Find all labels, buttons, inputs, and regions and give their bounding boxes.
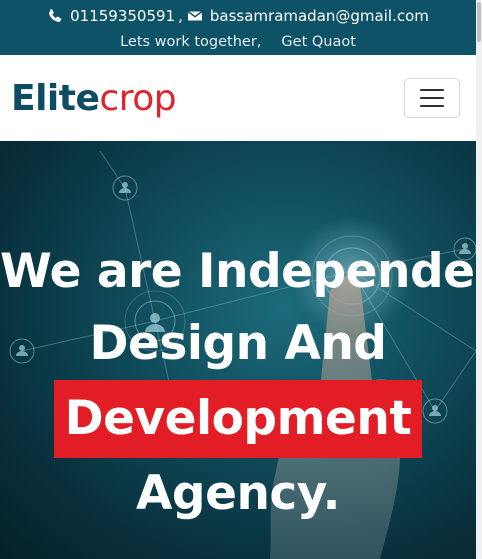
brand-logo[interactable]: Elitecrop xyxy=(11,77,177,121)
page: 01159350591 , bassamramadan@gmail.com Le… xyxy=(0,0,476,559)
navbar: Elitecrop xyxy=(0,55,476,141)
hero-line-4: Agency. xyxy=(136,466,340,521)
scrollbar-thumb[interactable] xyxy=(477,2,481,42)
vertical-scrollbar[interactable] xyxy=(476,0,482,559)
contact-row: 01159350591 , bassamramadan@gmail.com xyxy=(0,6,476,26)
envelope-icon xyxy=(187,10,203,21)
hero-section: We are Independent Design And Developmen… xyxy=(0,141,476,559)
tagline-row: Lets work together, Get Quaot xyxy=(0,32,476,52)
hero-heading: We are Independent Design And Developmen… xyxy=(0,236,476,530)
hero-line-2: Design And xyxy=(89,316,387,371)
brand-part-crop: crop xyxy=(99,78,177,119)
phone-icon xyxy=(49,9,62,22)
menu-toggle-button[interactable] xyxy=(404,78,460,118)
get-quote-link[interactable]: Get Quaot xyxy=(281,34,356,50)
hero-line-3: Development xyxy=(0,380,476,458)
contact-separator: , xyxy=(178,7,183,25)
brand-part-elite: Elite xyxy=(11,78,100,119)
hero-highlight: Development xyxy=(53,380,423,458)
tagline-text: Lets work together, xyxy=(120,34,262,50)
hamburger-menu-icon xyxy=(420,89,444,91)
hero-line-1: We are Independent xyxy=(0,244,476,299)
phone-number[interactable]: 01159350591 xyxy=(70,7,175,25)
email-address[interactable]: bassamramadan@gmail.com xyxy=(210,7,429,25)
top-info-bar: 01159350591 , bassamramadan@gmail.com Le… xyxy=(0,0,476,55)
